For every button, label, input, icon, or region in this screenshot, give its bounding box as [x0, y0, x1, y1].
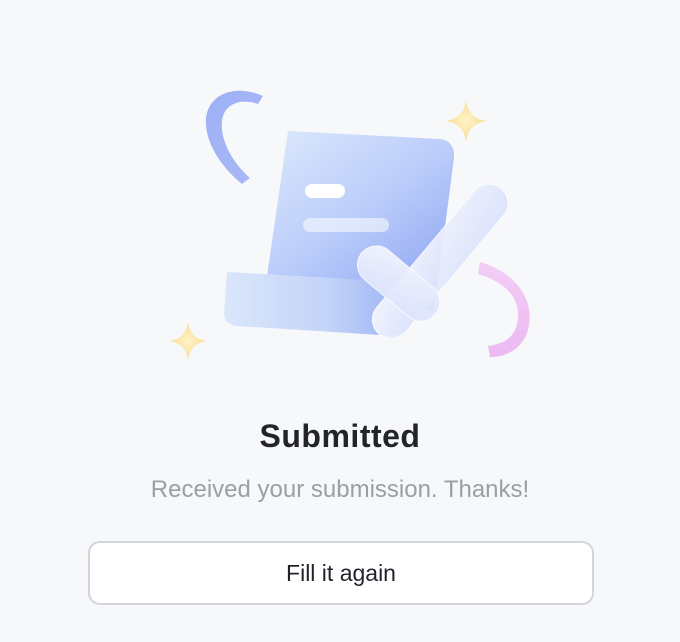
- status-message: Received your submission. Thanks!: [150, 476, 530, 503]
- page-title: Submitted: [259, 418, 421, 454]
- submitted-document-check-icon: [170, 90, 530, 360]
- fill-again-button[interactable]: Fill it again: [88, 541, 594, 605]
- submission-success-page: Submitted Received your submission. Than…: [0, 0, 680, 642]
